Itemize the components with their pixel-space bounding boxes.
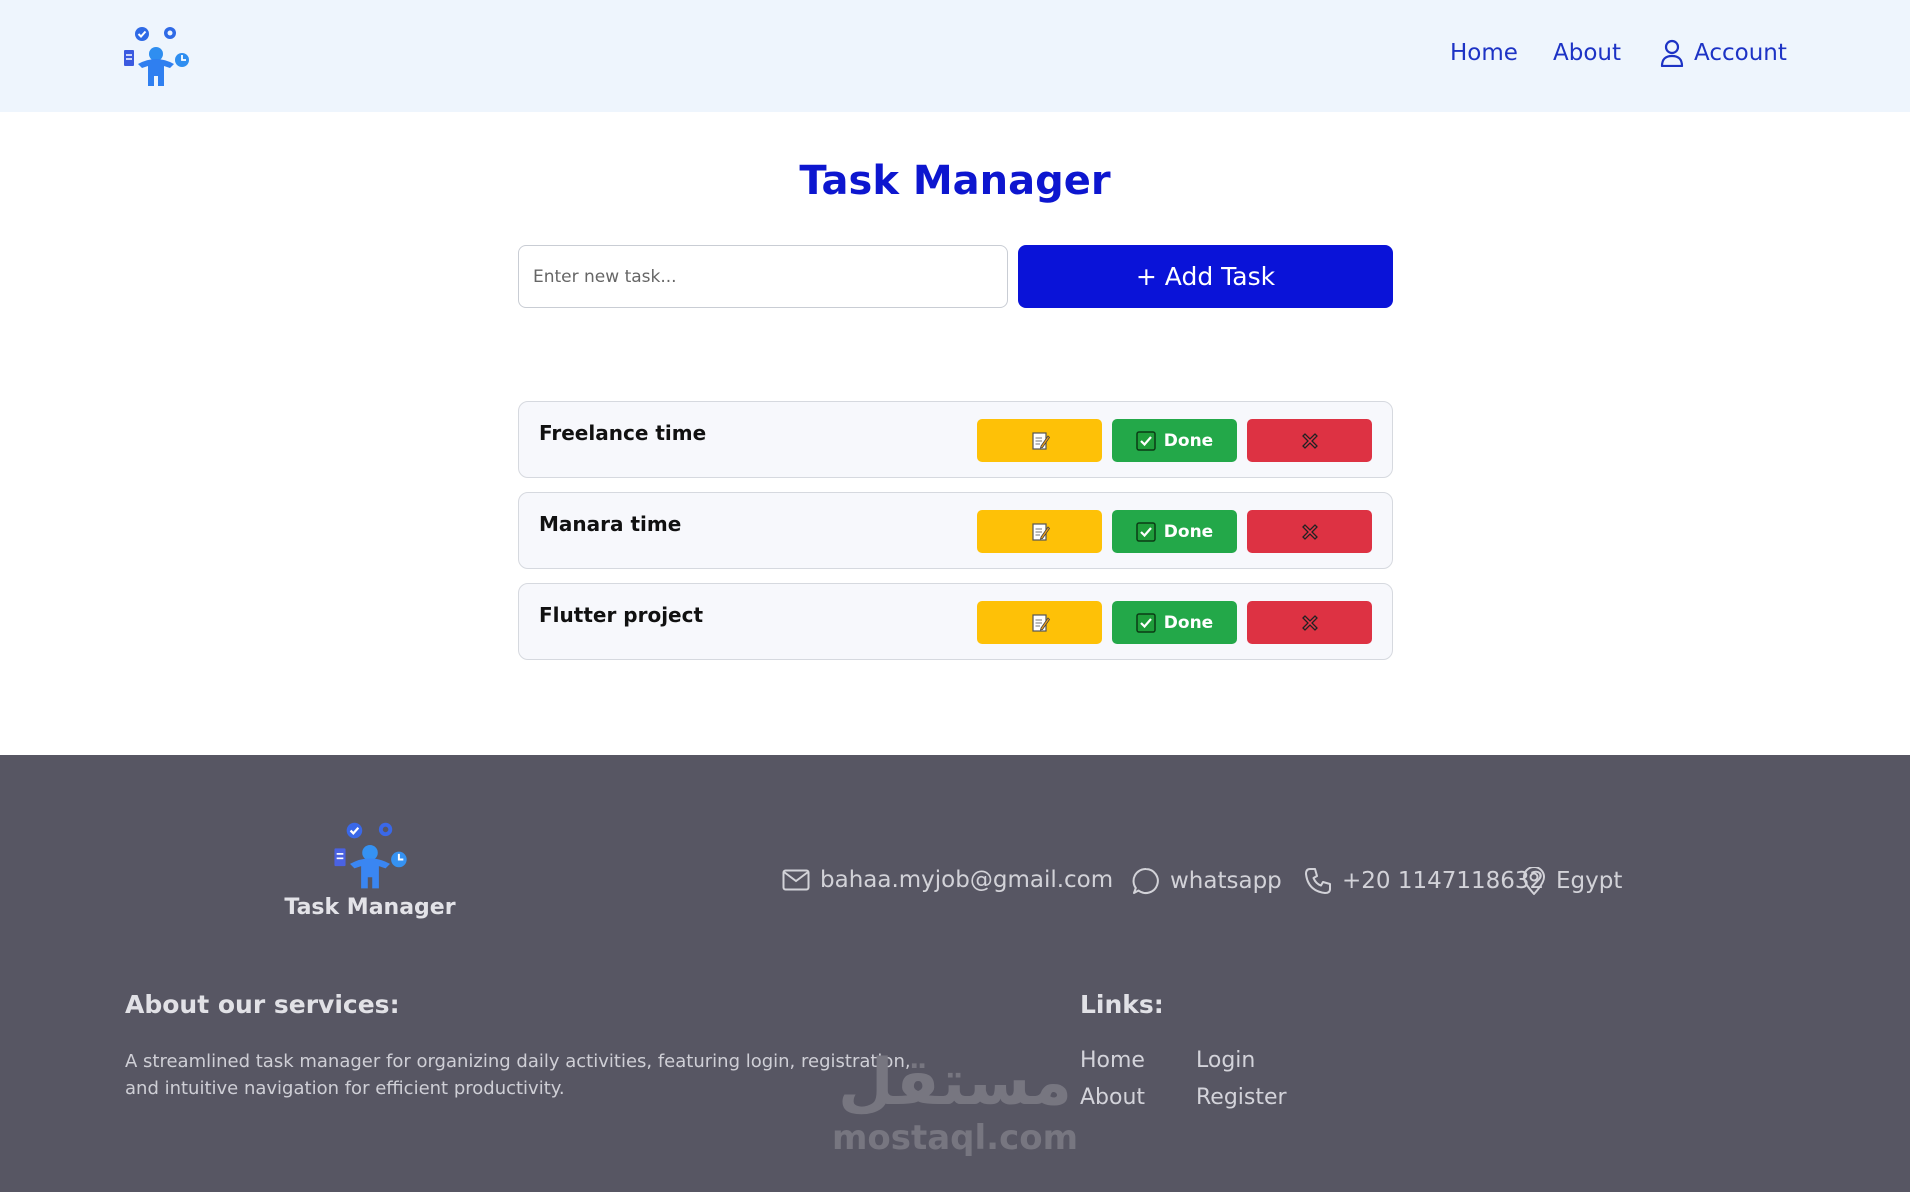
footer-link-about[interactable]: About [1080, 1085, 1145, 1110]
footer-brand: Task Manager [284, 895, 456, 920]
mark-done-button[interactable]: Done [1112, 510, 1237, 553]
delete-task-button[interactable] [1247, 419, 1372, 462]
edit-task-button[interactable] [977, 510, 1102, 553]
phone-text: +20 1147118632 [1342, 868, 1545, 894]
cross-mark-icon [1301, 523, 1318, 540]
edit-memo-icon [1031, 522, 1050, 541]
check-box-icon [1136, 612, 1156, 633]
task-name: Manara time [539, 512, 682, 536]
task-manager-logo-icon[interactable] [120, 24, 192, 88]
delete-task-button[interactable] [1247, 510, 1372, 553]
nav-about-link[interactable]: About [1553, 36, 1621, 70]
edit-memo-icon [1031, 613, 1050, 632]
edit-task-button[interactable] [977, 601, 1102, 644]
add-task-button[interactable]: + Add Task [1018, 245, 1393, 308]
mark-done-button[interactable]: Done [1112, 419, 1237, 462]
nav-home-link[interactable]: Home [1450, 36, 1518, 70]
whatsapp-icon [1132, 867, 1159, 894]
delete-task-button[interactable] [1247, 601, 1372, 644]
contact-email[interactable]: bahaa.myjob@gmail.com [782, 867, 1113, 893]
done-label: Done [1163, 521, 1214, 542]
cross-mark-icon [1301, 432, 1318, 449]
footer-link-login[interactable]: Login [1196, 1048, 1255, 1073]
watermark-latin: mostaql.com [831, 1118, 1079, 1158]
whatsapp-text: whatsapp [1170, 868, 1282, 894]
edit-task-button[interactable] [977, 419, 1102, 462]
check-box-icon [1136, 521, 1156, 542]
links-heading: Links: [1080, 990, 1164, 1019]
location-pin-icon [1522, 867, 1546, 895]
edit-memo-icon [1031, 431, 1050, 450]
task-item: Freelance time Done [518, 401, 1393, 478]
task-name: Flutter project [539, 603, 704, 627]
task-item: Flutter project Done [518, 583, 1393, 660]
nav-account-link[interactable]: Account [1660, 36, 1787, 70]
footer-logo-icon [334, 822, 407, 889]
nav-account-label: Account [1694, 40, 1787, 66]
mail-icon [782, 869, 810, 891]
mostaql-watermark: مستقل mostaql.com [830, 1048, 1080, 1158]
contact-location[interactable]: Egypt [1522, 867, 1622, 895]
page-title: Task Manager [799, 158, 1111, 204]
done-label: Done [1163, 612, 1214, 633]
cross-mark-icon [1301, 614, 1318, 631]
watermark-arabic: مستقل [837, 1046, 1073, 1120]
task-list: Freelance time Done Manara time Done Flu… [518, 401, 1393, 674]
footer-link-home[interactable]: Home [1080, 1048, 1145, 1073]
task-name: Freelance time [539, 421, 707, 445]
check-box-icon [1136, 430, 1156, 451]
new-task-input[interactable] [518, 245, 1008, 308]
mark-done-button[interactable]: Done [1112, 601, 1237, 644]
user-icon [1660, 39, 1684, 67]
location-text: Egypt [1556, 868, 1623, 894]
task-item: Manara time Done [518, 492, 1393, 569]
email-text: bahaa.myjob@gmail.com [820, 867, 1114, 893]
about-services-heading: About our services: [125, 990, 400, 1019]
about-services-text: A streamlined task manager for organizin… [125, 1051, 911, 1099]
done-label: Done [1163, 430, 1214, 451]
contact-whatsapp[interactable]: whatsapp [1132, 867, 1282, 895]
contact-phone[interactable]: +20 1147118632 [1304, 867, 1544, 895]
site-header: Home About Account [0, 0, 1910, 112]
phone-icon [1305, 868, 1331, 894]
footer-link-register[interactable]: Register [1196, 1085, 1287, 1110]
